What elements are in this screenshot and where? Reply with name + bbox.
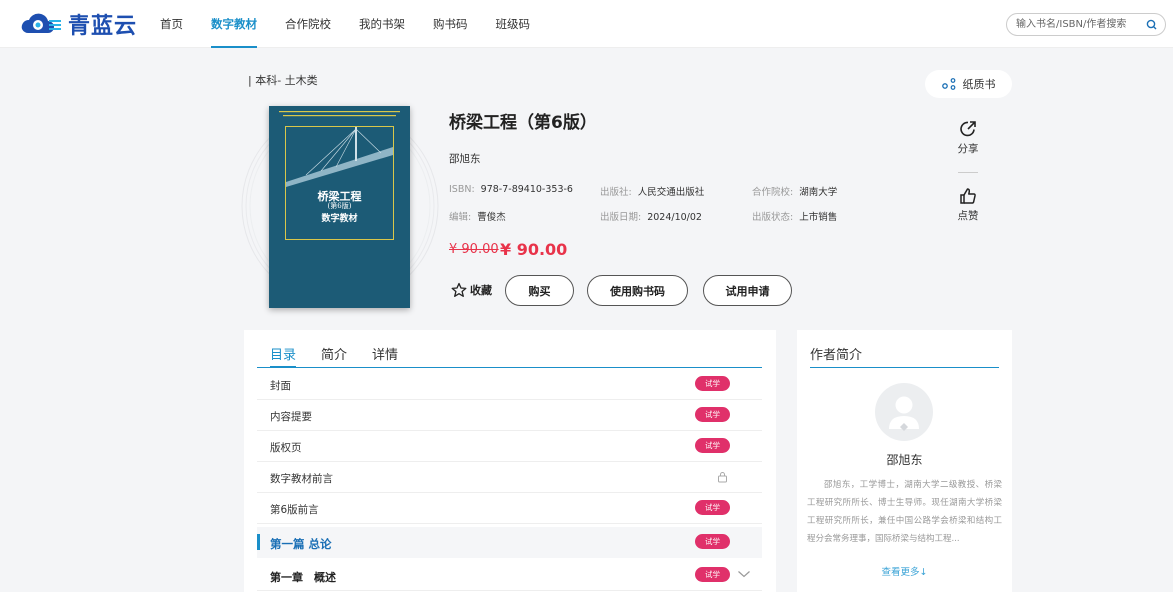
toc-tabs: 目录 简介 详情 bbox=[270, 344, 398, 368]
isbn-field: ISBN: 978-7-89410-353-6 bbox=[449, 184, 573, 195]
nav-home[interactable]: 首页 bbox=[160, 0, 183, 48]
use-book-code-button[interactable]: 使用购书码 bbox=[587, 275, 688, 306]
share-button[interactable]: 分享 bbox=[948, 120, 988, 156]
favorite-label: 收藏 bbox=[470, 284, 492, 297]
lock-icon bbox=[718, 472, 727, 483]
nav-class-code[interactable]: 班级码 bbox=[496, 0, 531, 48]
isbn-label: ISBN: bbox=[449, 184, 475, 195]
toc-row-label: 版权页 bbox=[270, 442, 302, 454]
trial-badge[interactable]: 试学 bbox=[695, 407, 730, 422]
paper-book-label: 纸质书 bbox=[962, 78, 996, 91]
editor-field: 编辑: 曹俊杰 bbox=[449, 209, 506, 223]
trial-badge[interactable]: 试学 bbox=[695, 567, 730, 582]
cover-edition: (第6版) bbox=[327, 202, 352, 210]
tab-catalog[interactable]: 目录 bbox=[270, 344, 297, 368]
nav-digital-textbooks[interactable]: 数字教材 bbox=[211, 0, 257, 48]
toc-row-6th-preface[interactable]: 第6版前言 试学 bbox=[257, 493, 762, 524]
school-value: 湖南大学 bbox=[799, 187, 838, 198]
toc-row-label: 第一章 概述 bbox=[270, 571, 336, 584]
tab-underline bbox=[257, 367, 762, 368]
publisher-label: 出版社: bbox=[600, 187, 632, 198]
current-price: ¥ 90.00 bbox=[500, 240, 568, 259]
publisher-value: 人民交通出版社 bbox=[637, 187, 705, 198]
toc-row-chapter-1[interactable]: 第一章 概述 试学 bbox=[257, 560, 762, 591]
toc-row-label: 封面 bbox=[270, 380, 291, 392]
toc-row-label: 数字教材前言 bbox=[270, 473, 333, 485]
logo-text: 青蓝云 bbox=[68, 13, 138, 39]
nav-book-code[interactable]: 购书码 bbox=[433, 0, 468, 48]
favorite-button[interactable]: 收藏 bbox=[451, 282, 492, 298]
top-header: 青蓝云 首页 数字教材 合作院校 我的书架 购书码 班级码 bbox=[0, 0, 1173, 48]
chevron-down-icon[interactable] bbox=[737, 569, 751, 579]
publisher-field: 出版社: 人民交通出版社 bbox=[600, 184, 704, 198]
user-avatar-icon bbox=[889, 396, 919, 431]
action-divider bbox=[958, 172, 978, 173]
toc-row-label: 内容提要 bbox=[270, 411, 312, 423]
logo[interactable]: 青蓝云 bbox=[18, 10, 138, 39]
editor-label: 编辑: bbox=[449, 212, 472, 223]
date-label: 出版日期: bbox=[600, 212, 642, 223]
nav-partner-schools[interactable]: 合作院校 bbox=[285, 0, 331, 48]
share-nodes-icon bbox=[941, 78, 955, 90]
school-label: 合作院校: bbox=[752, 187, 794, 198]
cover-subtitle: 数字教材 bbox=[321, 214, 358, 224]
trial-badge[interactable]: 试学 bbox=[695, 376, 730, 391]
toc-row-summary[interactable]: 内容提要 试学 bbox=[257, 400, 762, 431]
toc-panel: 目录 简介 详情 封面 试学 内容提要 试学 版权页 试学 数字教材前言 第6版… bbox=[244, 330, 776, 592]
trial-badge[interactable]: 试学 bbox=[695, 534, 730, 549]
trial-badge[interactable]: 试学 bbox=[695, 500, 730, 515]
trial-apply-button[interactable]: 试用申请 bbox=[703, 275, 792, 306]
original-price: ¥ 90.00 bbox=[449, 242, 499, 257]
tab-details[interactable]: 详情 bbox=[372, 344, 398, 363]
view-more-link[interactable]: 查看更多↓ bbox=[797, 564, 1012, 578]
nav-my-bookshelf[interactable]: 我的书架 bbox=[359, 0, 405, 48]
book-cover[interactable]: 桥梁工程 (第6版) 数字教材 bbox=[269, 106, 410, 308]
school-field: 合作院校: 湖南大学 bbox=[752, 184, 837, 198]
thumbs-up-icon bbox=[960, 188, 976, 204]
trial-badge[interactable]: 试学 bbox=[695, 438, 730, 453]
editor-value: 曹俊杰 bbox=[477, 212, 506, 223]
star-icon bbox=[451, 282, 467, 297]
author-bio: 邵旭东，工学博士，湖南大学二级教授、桥梁工程研究所所长、博士生导师。现任湖南大学… bbox=[807, 480, 1002, 544]
search-input[interactable] bbox=[1016, 17, 1136, 32]
toc-row-part-1[interactable]: 第一篇 总论 试学 bbox=[257, 527, 762, 558]
date-value: 2024/10/02 bbox=[647, 212, 702, 223]
logo-cloud-icon bbox=[21, 13, 61, 34]
share-label: 分享 bbox=[957, 143, 979, 155]
breadcrumb[interactable]: | 本科- 土木类 bbox=[248, 72, 318, 88]
search-box bbox=[1006, 13, 1166, 36]
book-title: 桥梁工程（第6版） bbox=[449, 113, 597, 133]
bridge-icon bbox=[286, 127, 393, 187]
avatar bbox=[875, 383, 933, 441]
status-value: 上市销售 bbox=[799, 212, 838, 223]
cover-header-lines bbox=[279, 111, 400, 117]
status-label: 出版状态: bbox=[752, 212, 794, 223]
like-button[interactable]: 点赞 bbox=[948, 187, 988, 223]
toc-row-digital-preface[interactable]: 数字教材前言 bbox=[257, 462, 762, 493]
author-panel: 作者简介 邵旭东 邵旭东，工学博士，湖南大学二级教授、桥梁工程研究所所长、博士生… bbox=[797, 330, 1012, 592]
book-author[interactable]: 邵旭东 bbox=[449, 151, 481, 166]
author-heading-underline bbox=[810, 367, 999, 368]
buy-button[interactable]: 购买 bbox=[505, 275, 574, 306]
toc-row-cover[interactable]: 封面 试学 bbox=[257, 369, 762, 400]
author-name: 邵旭东 bbox=[886, 453, 923, 467]
search-icon[interactable] bbox=[1146, 19, 1157, 30]
toc-row-label: 第一篇 总论 bbox=[270, 537, 332, 551]
share-icon bbox=[960, 121, 976, 137]
status-field: 出版状态: 上市销售 bbox=[752, 209, 837, 223]
date-field: 出版日期: 2024/10/02 bbox=[600, 209, 702, 223]
toc-row-label: 第6版前言 bbox=[270, 504, 319, 516]
like-label: 点赞 bbox=[957, 210, 979, 222]
paper-book-button[interactable]: 纸质书 bbox=[925, 70, 1012, 98]
section-indicator bbox=[257, 534, 260, 550]
toc-row-copyright[interactable]: 版权页 试学 bbox=[257, 431, 762, 462]
isbn-value: 978-7-89410-353-6 bbox=[480, 184, 573, 195]
main-nav: 首页 数字教材 合作院校 我的书架 购书码 班级码 bbox=[160, 0, 558, 48]
tab-intro[interactable]: 简介 bbox=[321, 344, 347, 363]
author-panel-heading: 作者简介 bbox=[810, 348, 863, 363]
